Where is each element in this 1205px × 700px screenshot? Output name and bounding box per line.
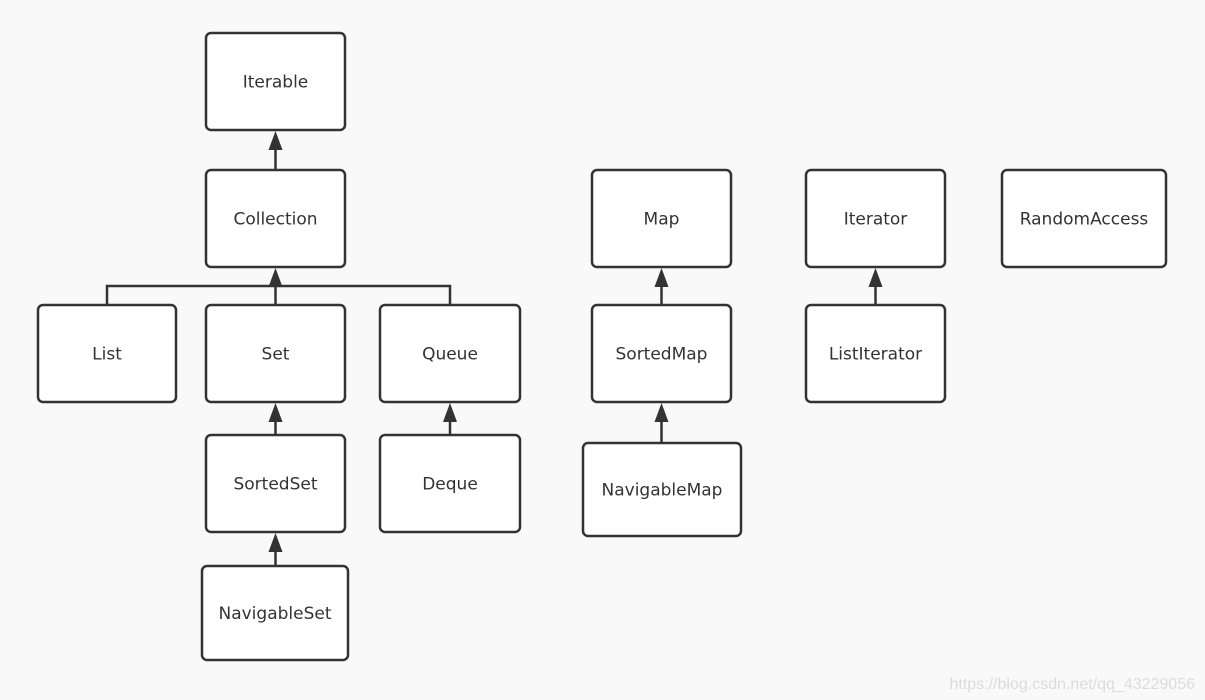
node-label: Iterable	[243, 73, 309, 93]
node-label: Set	[262, 345, 290, 365]
node-label: SortedSet	[233, 475, 317, 495]
node-label: NavigableSet	[218, 604, 331, 624]
node-label: ListIterator	[829, 345, 922, 365]
node-label: List	[92, 345, 122, 365]
node-label: RandomAccess	[1020, 210, 1149, 230]
node-label: Queue	[422, 345, 478, 365]
arrowhead-icon	[268, 533, 283, 552]
node-label: Iterator	[844, 210, 908, 230]
arrowhead-icon	[268, 268, 283, 287]
arrowhead-icon	[268, 403, 283, 422]
watermark: https://blog.csdn.net/qq_43229056	[949, 676, 1195, 693]
node-label: Collection	[233, 210, 317, 230]
node-label: SortedMap	[616, 345, 708, 365]
node-label: Map	[644, 210, 680, 230]
arrowhead-icon	[443, 403, 457, 422]
arrowhead-icon	[654, 268, 669, 287]
node-label: NavigableMap	[602, 481, 723, 501]
edge-list-collection	[105, 284, 276, 305]
arrowhead-icon	[268, 131, 283, 150]
arrowhead-icon	[868, 268, 883, 287]
class-hierarchy-diagram: Iterable Collection List Set Queue SortedSet D…	[36, 31, 1168, 662]
node-label: Deque	[422, 475, 478, 495]
edge-queue-collection	[275, 284, 452, 305]
arrowhead-icon	[654, 403, 669, 422]
